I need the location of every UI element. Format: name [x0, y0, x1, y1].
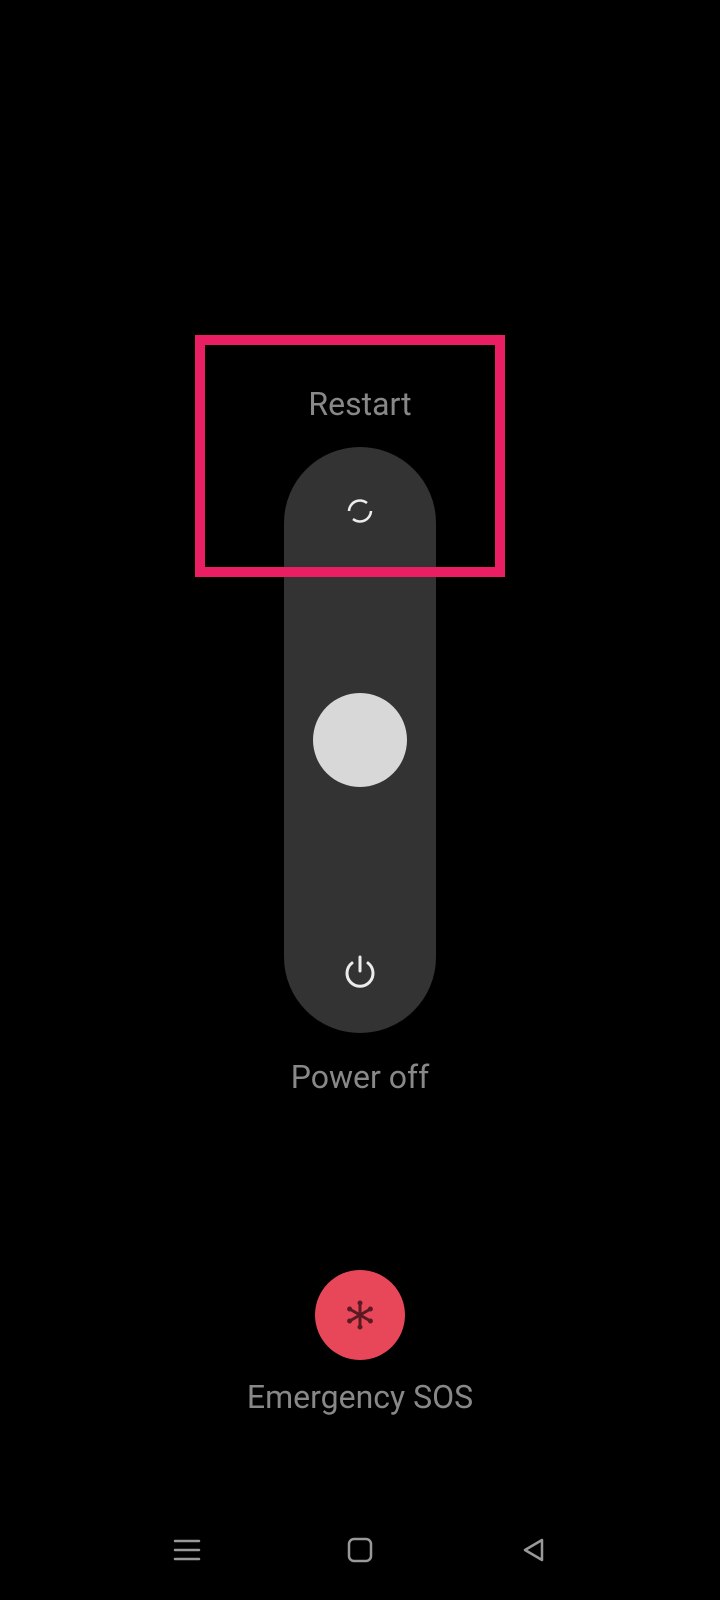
medical-asterisk-icon	[342, 1297, 378, 1333]
emergency-sos-button[interactable]	[315, 1270, 405, 1360]
power-slider-track	[284, 447, 436, 1033]
emergency-sos-label: Emergency SOS	[0, 1378, 720, 1416]
power-off-label: Power off	[0, 1058, 720, 1096]
slider-handle[interactable]	[313, 693, 407, 787]
square-icon	[347, 1537, 373, 1563]
menu-icon	[173, 1538, 201, 1562]
navigation-bar	[0, 1528, 720, 1572]
restart-label: Restart	[0, 385, 720, 423]
triangle-back-icon	[521, 1536, 545, 1564]
power-icon[interactable]	[340, 951, 380, 991]
nav-back-button[interactable]	[511, 1528, 555, 1572]
restart-icon[interactable]	[342, 493, 378, 529]
nav-home-button[interactable]	[338, 1528, 382, 1572]
nav-recents-button[interactable]	[165, 1528, 209, 1572]
